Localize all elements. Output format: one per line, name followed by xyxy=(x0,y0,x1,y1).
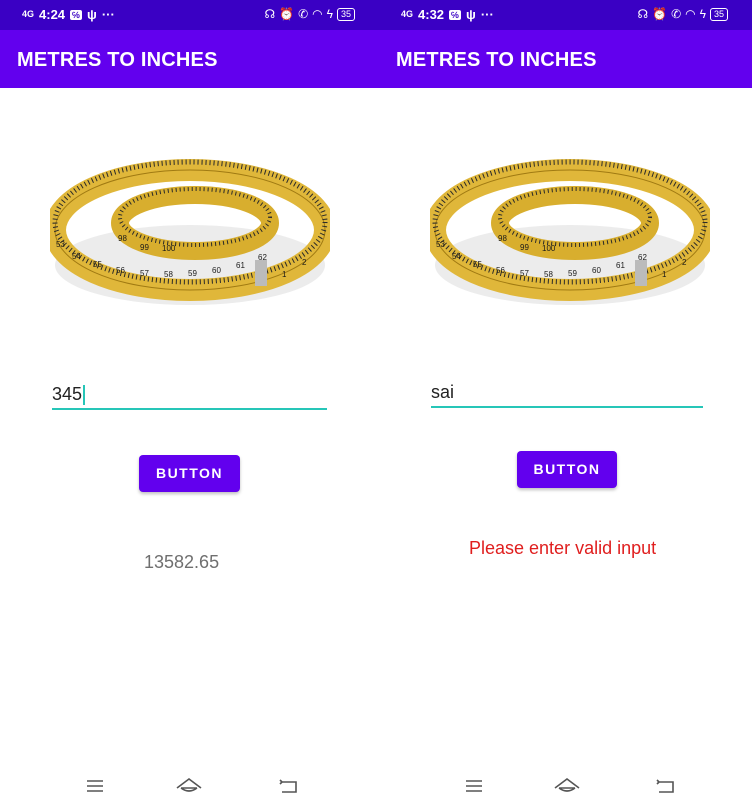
back-icon[interactable] xyxy=(274,774,304,798)
tape-number: 56 xyxy=(496,266,505,275)
headphones-icon: ☊ xyxy=(264,7,276,21)
app-title: METRES TO INCHES xyxy=(396,49,597,71)
usb-icon: ψ xyxy=(87,7,97,22)
metres-input[interactable]: 345 xyxy=(52,384,86,406)
wifi-icon: ◠ xyxy=(685,7,696,21)
convert-button[interactable]: BUTTON xyxy=(139,455,240,492)
tape-number: 1 xyxy=(662,270,667,279)
tape-number: 55 xyxy=(473,260,482,269)
usb-icon: ψ xyxy=(466,7,476,22)
metres-input-value: 345 xyxy=(52,384,83,404)
metres-input-underline xyxy=(431,406,703,408)
tape-number: 99 xyxy=(520,243,529,252)
tape-number: 2 xyxy=(302,258,307,267)
tape-number: 61 xyxy=(616,261,625,270)
tape-number: 61 xyxy=(236,261,245,270)
charging-icon: ϟ xyxy=(699,7,706,21)
status-bar: 4G 4:24 ℅ ψ ··· ☊ ⏰ ✆ ◠ ϟ 35 xyxy=(0,0,379,30)
metres-input-value: sai xyxy=(431,382,455,402)
navigation-bar xyxy=(379,768,752,808)
menu-icon[interactable] xyxy=(459,774,489,798)
notification-icon: ℅ xyxy=(449,9,462,20)
signal-indicator: 4G xyxy=(401,9,414,19)
metres-input-underline xyxy=(52,408,327,410)
tape-number: 59 xyxy=(188,269,197,278)
phone-screen-right: 4G 4:32 ℅ ψ ··· ☊ ⏰ ✆ ◠ ϟ 35 METRES TO I… xyxy=(379,0,752,808)
wifi-call-icon: ✆ xyxy=(298,7,309,21)
result-text: 13582.65 xyxy=(144,552,220,572)
app-bar: METRES TO INCHES xyxy=(0,30,379,88)
measuring-tape-image: 98 99 100 53 54 55 56 57 58 59 60 61 62 … xyxy=(50,159,330,305)
tape-number: 100 xyxy=(542,244,556,253)
tape-number: 57 xyxy=(140,269,149,278)
signal-indicator: 4G xyxy=(22,9,35,19)
tape-number: 53 xyxy=(436,240,445,249)
back-icon[interactable] xyxy=(651,774,681,798)
headphones-icon: ☊ xyxy=(637,7,649,21)
tape-number: 58 xyxy=(164,270,173,279)
tape-number: 56 xyxy=(116,266,125,275)
alarm-icon: ⏰ xyxy=(279,7,295,21)
tape-number: 2 xyxy=(682,258,687,267)
more-notifications-icon: ··· xyxy=(101,7,115,22)
tape-number: 60 xyxy=(212,266,221,275)
app-bar: METRES TO INCHES xyxy=(379,30,752,88)
battery-icon: 35 xyxy=(709,7,728,21)
tape-number: 98 xyxy=(498,234,507,243)
navigation-bar xyxy=(0,768,379,808)
tape-number: 57 xyxy=(520,269,529,278)
app-title: METRES TO INCHES xyxy=(17,49,218,71)
status-time: 4:24 xyxy=(39,7,66,22)
tape-number: 59 xyxy=(568,269,577,278)
menu-icon[interactable] xyxy=(80,774,110,798)
text-cursor xyxy=(83,385,86,406)
tape-number: 54 xyxy=(72,252,81,261)
wifi-icon: ◠ xyxy=(312,7,323,21)
tape-number: 99 xyxy=(140,243,149,252)
status-bar: 4G 4:32 ℅ ψ ··· ☊ ⏰ ✆ ◠ ϟ 35 xyxy=(379,0,752,30)
tape-number: 53 xyxy=(56,240,65,249)
tape-number: 100 xyxy=(162,244,176,253)
tape-number: 62 xyxy=(638,253,647,262)
status-time: 4:32 xyxy=(418,7,445,22)
battery-icon: 35 xyxy=(336,7,355,21)
charging-icon: ϟ xyxy=(326,7,333,21)
wifi-call-icon: ✆ xyxy=(671,7,682,21)
home-icon[interactable] xyxy=(174,774,204,798)
error-message: Please enter valid input xyxy=(469,538,657,558)
tape-number: 54 xyxy=(452,252,461,261)
measuring-tape-image: 98 99 100 53 54 55 56 57 58 59 60 61 62 … xyxy=(430,159,710,305)
tape-number: 62 xyxy=(258,253,267,262)
convert-button[interactable]: BUTTON xyxy=(517,451,617,488)
tape-number: 98 xyxy=(118,234,127,243)
alarm-icon: ⏰ xyxy=(652,7,668,21)
phone-screen-left: 4G 4:24 ℅ ψ ··· ☊ ⏰ ✆ ◠ ϟ 35 METRES TO I… xyxy=(0,0,379,808)
metres-input[interactable]: sai xyxy=(431,382,454,403)
tape-number: 55 xyxy=(93,260,102,269)
home-icon[interactable] xyxy=(552,774,582,798)
notification-icon: ℅ xyxy=(70,9,83,20)
more-notifications-icon: ··· xyxy=(480,7,494,22)
tape-number: 60 xyxy=(592,266,601,275)
tape-number: 1 xyxy=(282,270,287,279)
tape-number: 58 xyxy=(544,270,553,279)
